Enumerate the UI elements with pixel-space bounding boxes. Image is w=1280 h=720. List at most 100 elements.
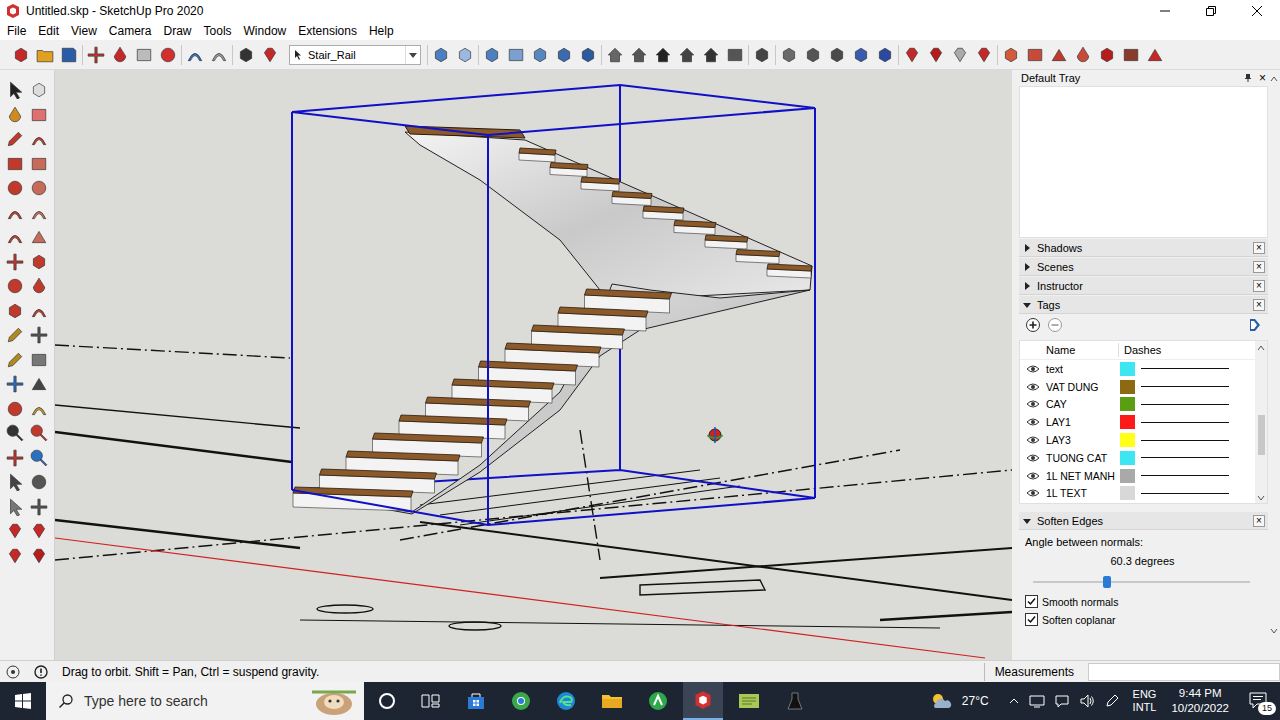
tool-icon[interactable] [6,253,24,271]
tool-icon[interactable] [1122,46,1140,64]
tag-color-swatch[interactable] [1120,433,1135,447]
tag-name[interactable]: LAY1 [1044,416,1118,428]
menu-item[interactable]: View [65,24,103,38]
checkbox[interactable] [1025,613,1038,626]
tool-icon[interactable] [30,106,48,124]
clock[interactable]: 9:44 PM10/20/2022 [1171,686,1229,716]
tool-icon[interactable] [6,277,24,295]
tool-icon[interactable] [30,155,48,173]
tag-row[interactable]: LAY1 [1020,413,1255,431]
tool-icon[interactable] [702,46,720,64]
weather-temperature[interactable]: 27°C [962,694,989,708]
info-icon[interactable] [34,665,48,679]
measurements-field[interactable] [1088,663,1280,681]
details-arrow-icon[interactable] [1248,318,1262,332]
tool-icon[interactable] [30,179,48,197]
visibility-eye-icon[interactable] [1022,417,1044,427]
chrome-like-icon[interactable] [511,691,531,711]
tool-icon[interactable] [6,351,24,369]
tool-icon[interactable] [87,46,105,64]
app-dark-icon[interactable] [785,691,805,711]
visibility-eye-icon[interactable] [1022,382,1044,392]
visibility-eye-icon[interactable] [1022,453,1044,463]
tool-icon[interactable] [30,424,48,442]
tool-icon[interactable] [678,46,696,64]
tool-icon[interactable] [6,375,24,393]
tool-icon[interactable] [876,46,894,64]
tag-color-swatch[interactable] [1120,397,1135,411]
tool-icon[interactable] [6,204,24,222]
store-icon[interactable] [466,691,486,711]
visibility-eye-icon[interactable] [1022,471,1044,481]
pin-icon[interactable] [1243,73,1253,83]
tool-icon[interactable] [30,498,48,516]
tool-icon[interactable] [6,473,24,491]
delete-tag-icon[interactable] [1047,317,1063,333]
sketchup-taskbar-button[interactable] [683,682,723,720]
app-green-icon[interactable] [648,691,668,711]
tag-dash-line[interactable] [1141,440,1229,441]
tag-dash-line[interactable] [1141,404,1229,405]
tool-icon[interactable] [6,498,24,516]
tool-icon[interactable] [6,400,24,418]
tag-color-swatch[interactable] [1120,486,1135,500]
tool-icon[interactable] [531,46,549,64]
menu-item[interactable]: Tools [198,24,238,38]
tag-row[interactable]: TUONG CAT [1020,449,1255,467]
tool-icon[interactable] [6,81,24,99]
tool-icon[interactable] [6,155,24,173]
start-button[interactable] [0,682,46,720]
visibility-eye-icon[interactable] [1022,399,1044,409]
panel-header[interactable]: Scenes× [1019,258,1268,276]
tool-icon[interactable] [30,522,48,540]
menu-item[interactable]: Help [363,24,400,38]
tool-icon[interactable] [30,277,48,295]
tool-icon[interactable] [135,46,153,64]
tag-row[interactable]: CAY [1020,396,1255,414]
tool-icon[interactable] [30,547,48,565]
checkbox[interactable] [1025,595,1038,608]
tool-icon[interactable] [432,46,450,64]
tool-icon[interactable] [483,46,501,64]
minimize-button[interactable] [1142,0,1188,21]
tool-icon[interactable] [6,130,24,148]
tool-icon[interactable] [30,81,48,99]
tool-icon[interactable] [606,46,624,64]
menu-item[interactable]: Window [238,24,293,38]
volume-icon[interactable] [1079,693,1095,709]
panel-close-button[interactable]: × [1253,299,1265,311]
tool-icon[interactable] [60,46,78,64]
menu-item[interactable]: Edit [32,24,65,38]
file-explorer-icon[interactable] [601,692,623,710]
tag-row[interactable]: LAY3 [1020,431,1255,449]
tool-icon[interactable] [1002,46,1020,64]
edge-icon[interactable] [556,691,576,711]
cortana-icon[interactable] [378,692,396,710]
tag-name[interactable]: TUONG CAT [1044,452,1118,464]
tag-name[interactable]: LAY3 [1044,434,1118,446]
notes-app-icon[interactable] [738,692,760,710]
tag-dash-line[interactable] [1141,368,1229,369]
tool-icon[interactable] [456,46,474,64]
visibility-eye-icon[interactable] [1022,488,1044,498]
slider-thumb[interactable] [1103,576,1111,588]
tool-icon[interactable] [12,46,30,64]
tag-color-swatch[interactable] [1120,415,1135,429]
chat-icon[interactable] [1054,693,1070,709]
tool-icon[interactable] [6,424,24,442]
task-view-icon[interactable] [421,692,441,710]
tool-icon[interactable] [1098,46,1116,64]
tag-dash-line[interactable] [1141,493,1229,494]
tool-icon[interactable] [30,400,48,418]
close-button[interactable] [1234,0,1280,21]
add-tag-icon[interactable] [1025,317,1041,333]
tool-icon[interactable] [630,46,648,64]
menu-item[interactable]: File [1,24,32,38]
panel-close-button[interactable]: × [1253,242,1265,254]
tool-icon[interactable] [30,204,48,222]
tool-icon[interactable] [6,522,24,540]
tool-icon[interactable] [654,46,672,64]
tag-color-swatch[interactable] [1120,451,1135,465]
tool-icon[interactable] [6,179,24,197]
tool-icon[interactable] [30,253,48,271]
